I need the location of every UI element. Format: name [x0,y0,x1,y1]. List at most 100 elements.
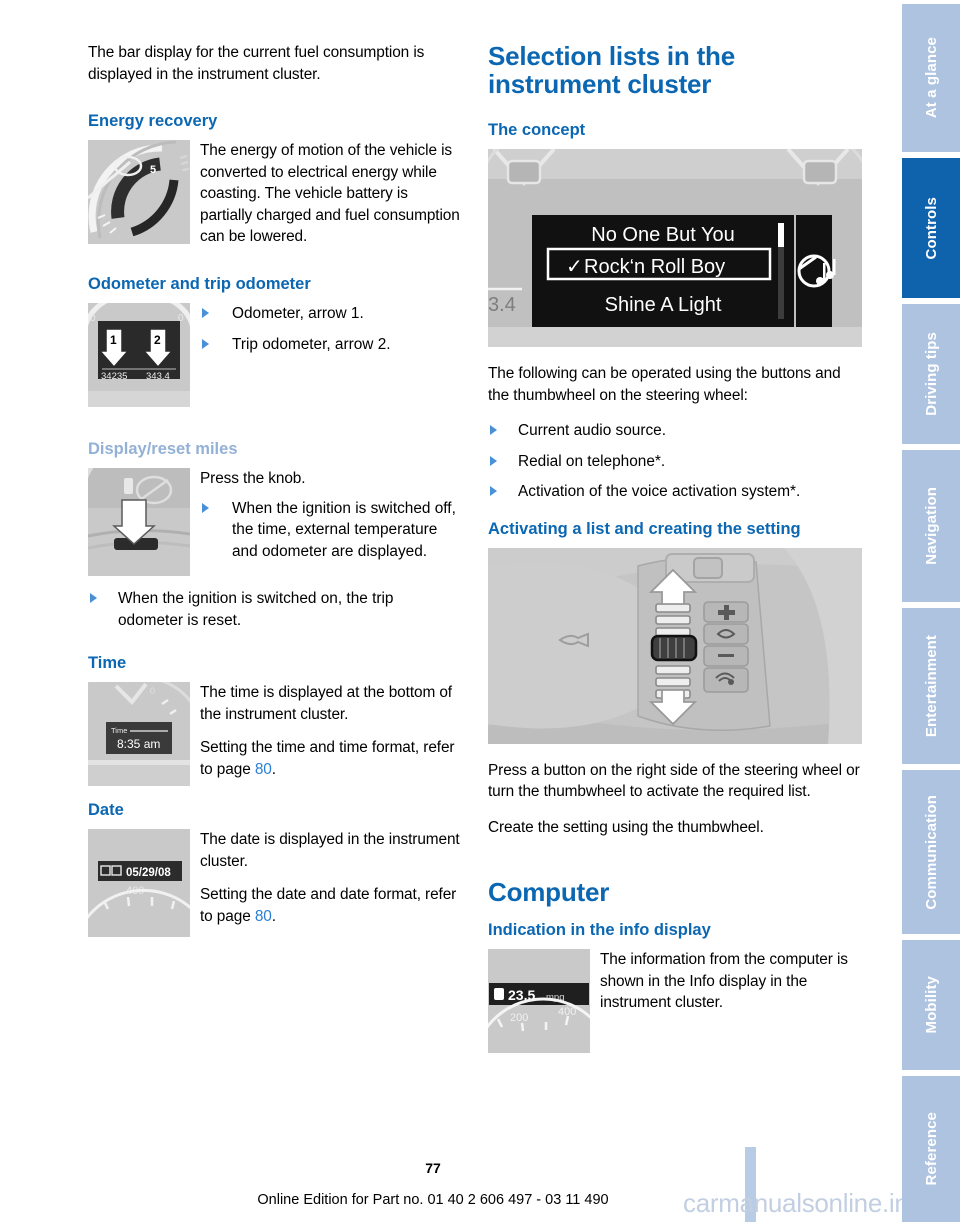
figure-info-display: 23.5 mpg 200 400 [488,949,590,1053]
triangle-bullet-icon [202,338,209,349]
tab-label: Controls [922,196,940,260]
triangle-bullet-icon [490,486,497,496]
time-text: The time is displayed at the bottom of t… [200,682,462,780]
sidebar-item-entertainment[interactable]: Entertainment [902,608,960,764]
date-paragraph-2: Setting the date and date format, refer … [200,884,462,927]
right-column: Selection lists in the instrument cluste… [488,42,862,1063]
reset-knob-icon [88,468,190,576]
info-display-icon: 23.5 mpg 200 400 [488,949,590,1053]
activating-paragraph-1: Press a button on the right side of the … [488,761,860,801]
tab-label-wrap: Mobility [902,940,960,1070]
selection-list-cluster-icon: 3.4 No One But You ✓ Rock‘n Roll Boy Shi… [488,149,862,347]
list-item: When the ignition is switched on, the tr… [88,588,462,631]
display-reset-outer-bullet-list: When the ignition is switched on, the tr… [88,588,462,631]
heading-indication-info-display: Indication in the info display [488,921,711,939]
figure-odometer: 0 0 1 2 34235 343.4 [88,303,190,407]
figure-row-computer: 23.5 mpg 200 400 The information from th… [488,949,862,1059]
computer-chapter-title: Computer [488,877,610,907]
sidebar-item-at-a-glance[interactable]: At a glance [902,4,960,152]
page-reference-link[interactable]: 80 [255,761,272,778]
tab-label-wrap: Navigation [902,450,960,602]
display-reset-bullet-list: When the ignition is switched off, the t… [200,498,462,563]
tab-label: At a glance [922,37,940,119]
figure-row-energy-recovery: 5 The energy of motion of the vehicle is… [88,140,462,252]
heading-energy-recovery: Energy recovery [88,112,218,130]
odometer-bullet-list: Odometer, arrow 1. Trip odometer, arrow … [200,303,462,355]
sidebar-item-communication[interactable]: Communication [902,770,960,934]
arrow-2-label: 2 [154,333,161,347]
tab-label: Navigation [922,487,940,565]
list-item: Odometer, arrow 1. [200,303,462,325]
left-column: The bar display for the current fuel con… [88,42,462,945]
instrument-cluster-time-display-image: 0 Time 8:35 am [88,682,190,786]
tachometer-energy-recovery-gauge-icon: 5 [88,140,190,244]
heading-date: Date [88,801,124,819]
figure-reset-knob [88,468,190,576]
list-item-label: When the ignition is switched off, the t… [232,499,456,560]
heading-time: Time [88,654,127,672]
page-reference-link[interactable]: 80 [255,908,272,925]
sidebar-item-controls[interactable]: Controls [902,158,960,298]
list-item-2: Rock‘n Roll Boy [584,256,725,278]
page-number: 77 [0,1160,844,1176]
time-paragraph-2: Setting the time and time format, refer … [200,737,462,780]
steering-wheel-icon [488,547,862,744]
concept-paragraph: The following can be operated using the … [488,365,841,404]
list-item: Activation of the voice activation syste… [488,481,862,503]
trip-value: 343.4 [146,371,170,382]
tab-label-wrap: Driving tips [902,304,960,444]
time-page-ref-before: Setting the time and time format, refer … [200,739,455,778]
checkmark-icon: ✓ [566,256,583,278]
figure-row-time: 0 Time 8:35 am The time is displayed at … [88,682,462,790]
date-text: The date is displayed in the instrument … [200,829,462,927]
time-label: Time [111,726,127,735]
figure-energy-recovery: 5 [88,140,190,244]
tab-label: Reference [922,1112,940,1186]
tachometer-energy-recovery-gauge-image: 5 [88,140,190,244]
page-title: Selection lists in the instrument cluste… [488,41,735,99]
odometer-cluster-icon: 0 0 1 2 34235 343.4 [88,303,190,407]
scale-low-200: 200 [510,1012,528,1024]
manual-page: The bar display for the current fuel con… [0,0,930,1222]
sidebar-item-reference[interactable]: Reference [902,1076,960,1222]
tab-label: Communication [922,794,940,910]
list-item: Current audio source. [488,420,862,442]
display-reset-lead: Press the knob. [200,470,306,487]
odometer-value: 34235 [101,371,127,382]
reset-knob-press-down-image [88,468,190,576]
heading-display-reset-miles: Display/reset miles [88,440,238,458]
arrow-1-label: 1 [110,333,117,347]
svg-text:0: 0 [90,313,96,324]
list-item-3: Shine A Light [605,294,722,316]
sidebar-item-mobility[interactable]: Mobility [902,940,960,1070]
list-item-label: When the ignition is switched on, the tr… [118,590,394,629]
chapter-tab-rail: At a glance Controls Driving tips Naviga… [902,0,960,1222]
list-item: When the ignition is switched off, the t… [200,498,462,563]
figure-date: 05/29/08 400 [88,829,190,937]
list-item-label: Redial on telephone*. [518,452,666,470]
triangle-bullet-icon [490,455,497,466]
computer-text: The information from the computer is sho… [600,949,862,1014]
svg-text:0: 0 [150,686,155,696]
triangle-bullet-icon [490,425,497,435]
energy-recovery-paragraph: The energy of motion of the vehicle is c… [200,142,460,245]
fuel-pump-icon [494,988,504,1000]
gauge-label-5: 5 [150,164,156,176]
time-page-ref-after: . [271,760,276,778]
tab-label-wrap: Entertainment [902,608,960,764]
watermark-text: carmanualsonline.info [683,1188,930,1218]
tab-label-wrap: Communication [902,770,960,934]
heading-the-concept: The concept [488,121,586,139]
tab-label: Entertainment [922,634,940,738]
sidebar-item-navigation[interactable]: Navigation [902,450,960,602]
figure-row-display-reset: Press the knob. When the ignition is swi… [88,468,462,584]
sidebar-item-driving-tips[interactable]: Driving tips [902,304,960,444]
concept-bullet-list: Current audio source. Redial on telephon… [488,420,862,503]
page-number-value: 77 [425,1160,441,1176]
trip-value-3-4: 3.4 [488,294,516,316]
date-display-icon: 05/29/08 400 [88,829,190,937]
time-paragraph-1: The time is displayed at the bottom of t… [200,684,452,723]
thumbwheel [650,634,698,661]
triangle-bullet-icon [202,308,209,318]
tab-label-wrap: At a glance [902,4,960,152]
